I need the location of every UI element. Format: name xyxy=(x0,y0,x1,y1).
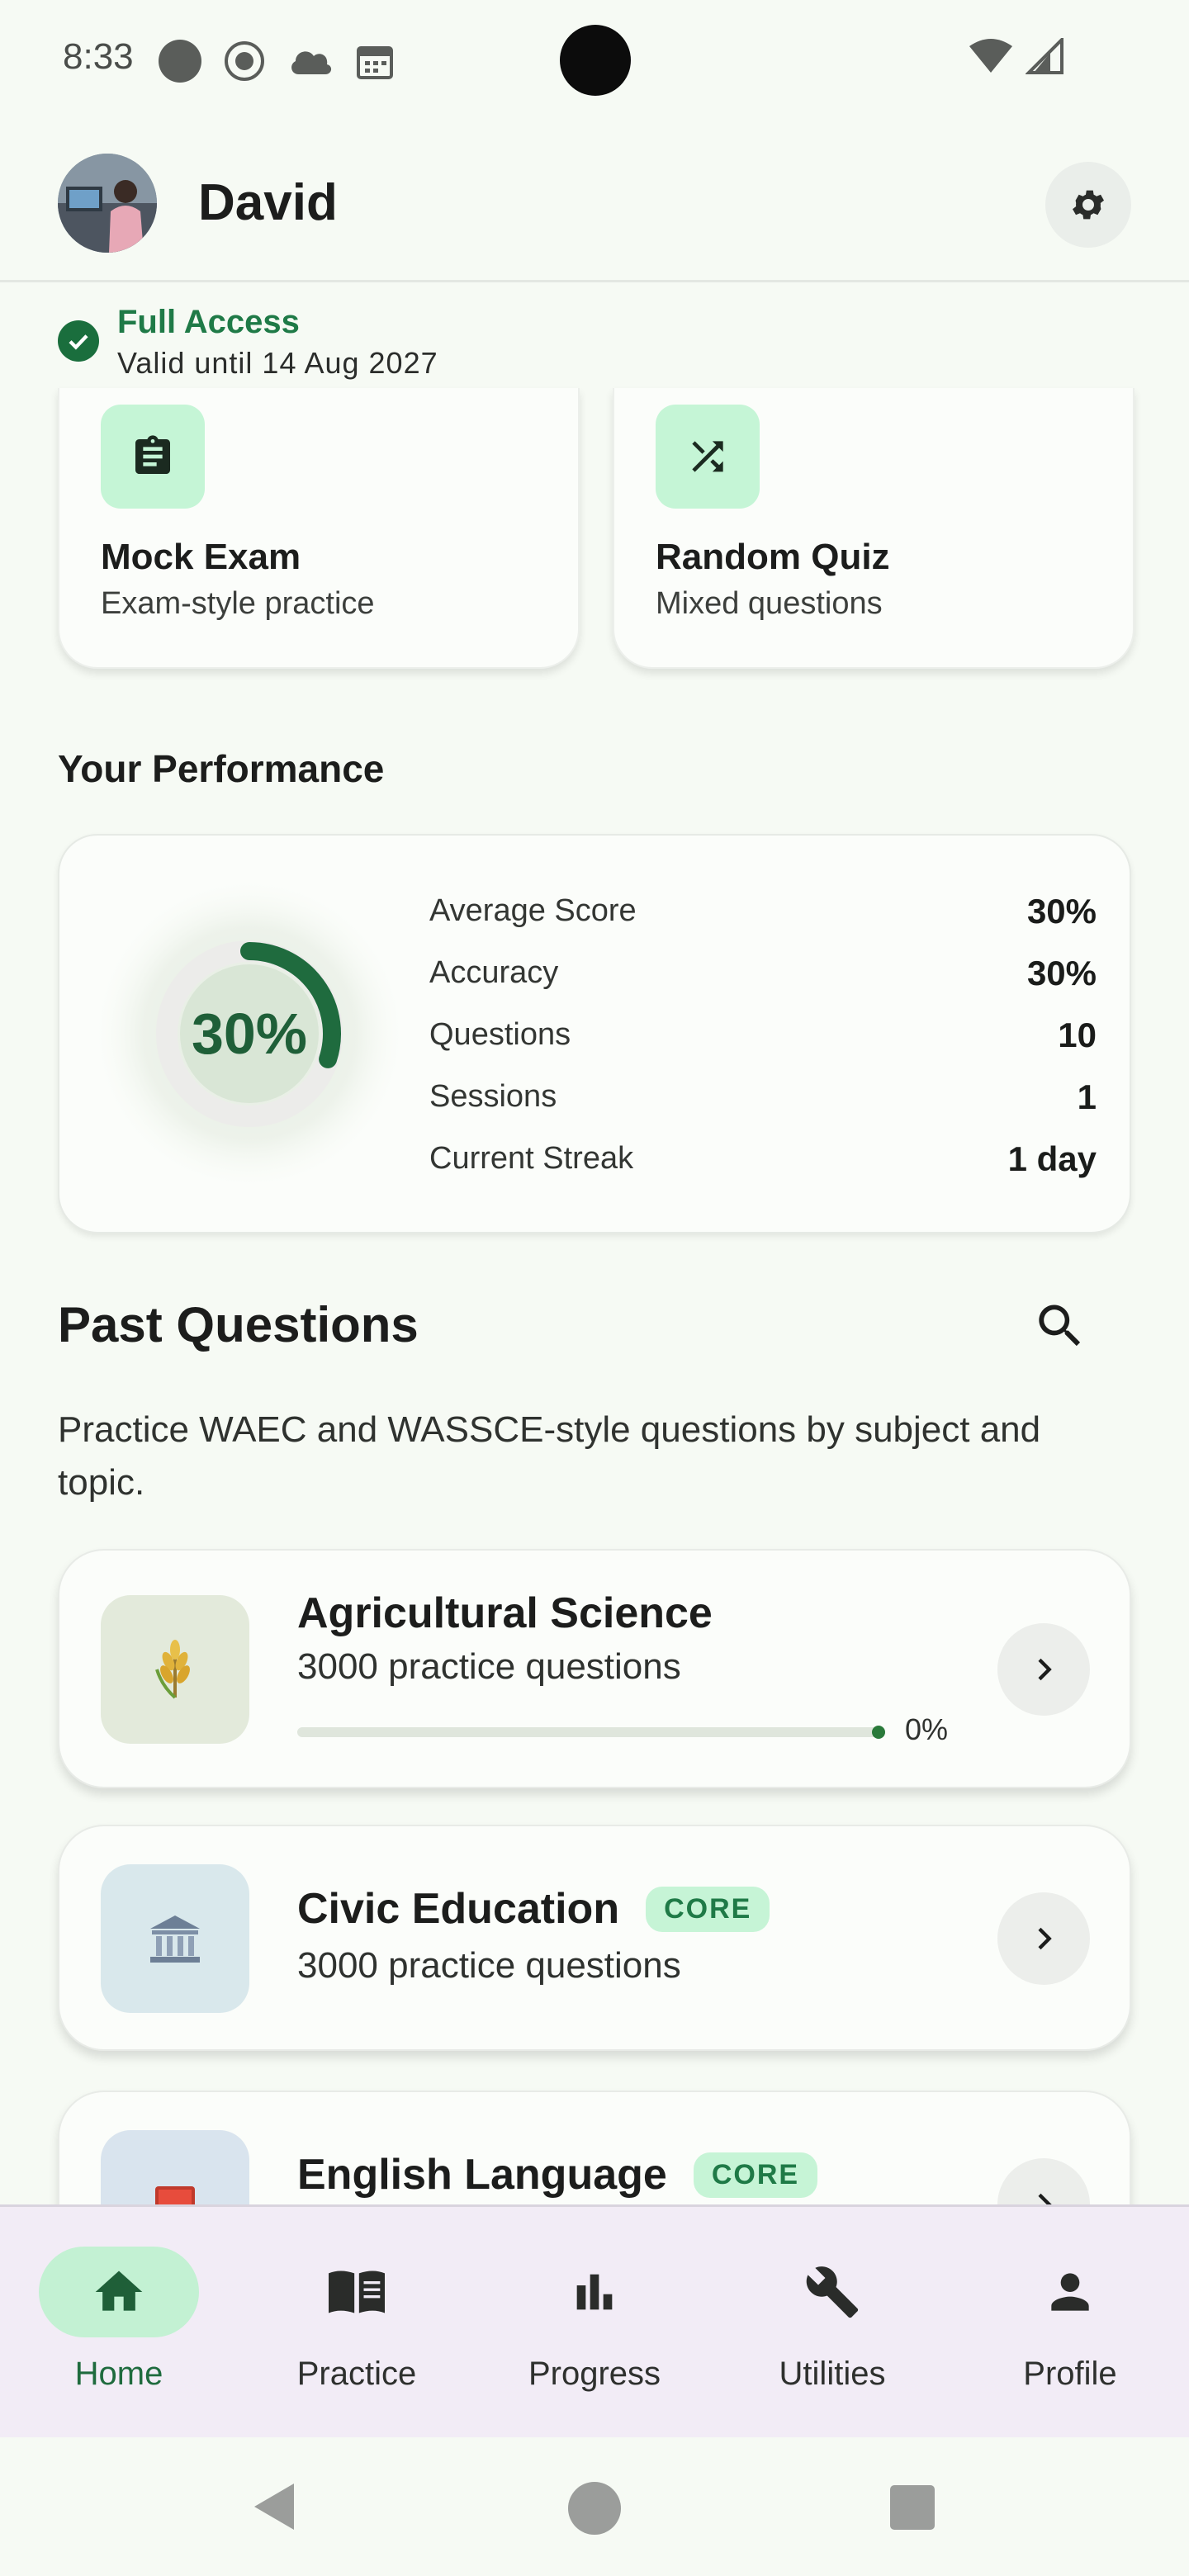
nav-item-progress[interactable]: Progress xyxy=(476,2207,713,2440)
stat-label: Current Streak xyxy=(429,1141,634,1176)
stat-value: 10 xyxy=(1058,1015,1097,1054)
chevron-right-icon xyxy=(1038,1927,1052,1950)
stat-value: 30% xyxy=(1026,953,1097,992)
stat-row-sessions: Sessions 1 xyxy=(429,1066,1097,1128)
calendar-icon xyxy=(357,46,393,79)
random-quiz-subtitle: Mixed questions xyxy=(656,586,883,621)
subject-name-text: English Language xyxy=(297,2151,667,2199)
search-icon xyxy=(1039,1305,1081,1347)
open-subject-button[interactable] xyxy=(997,1623,1090,1716)
bottom-navigation: Home Practice Progress Utilities Profile xyxy=(0,2204,1189,2437)
status-notification-icons xyxy=(159,40,395,83)
check-circle-icon xyxy=(58,320,99,362)
stat-row-accuracy: Accuracy 30% xyxy=(429,942,1097,1004)
stat-label: Questions xyxy=(429,1017,571,1052)
gear-icon xyxy=(1073,190,1104,220)
performance-card: 30% Average Score 30% Accuracy 30% Quest… xyxy=(58,834,1131,1234)
core-badge: CORE xyxy=(693,2152,818,2198)
random-quiz-title: Random Quiz xyxy=(656,537,890,577)
stat-label: Accuracy xyxy=(429,955,559,990)
status-time: 8:33 xyxy=(63,36,134,77)
status-bar: 8:33 xyxy=(0,0,1189,124)
subject-card-civic-education[interactable]: Civic Education CORE 3000 practice quest… xyxy=(58,1825,1131,2051)
nav-item-profile[interactable]: Profile xyxy=(951,2207,1189,2440)
nav-label: Home xyxy=(74,2356,163,2392)
settings-button[interactable] xyxy=(1045,162,1131,248)
nav-item-practice[interactable]: Practice xyxy=(238,2207,476,2440)
access-valid-until: Valid until 14 Aug 2027 xyxy=(117,346,438,380)
chevron-right-icon xyxy=(1038,1658,1052,1681)
access-title: Full Access xyxy=(117,304,300,340)
stat-row-current-streak: Current Streak 1 day xyxy=(429,1128,1097,1190)
bar-chart-icon xyxy=(576,2274,613,2310)
nav-indicator xyxy=(277,2247,437,2337)
wifi-icon xyxy=(969,39,1012,73)
shuffle-icon xyxy=(656,405,760,509)
access-status: Full Access Valid until 14 Aug 2027 xyxy=(58,304,438,381)
nav-indicator xyxy=(752,2247,912,2337)
mock-exam-subtitle: Exam-style practice xyxy=(101,586,375,621)
home-circle-icon[interactable] xyxy=(566,2480,623,2536)
subject-card-agricultural-science[interactable]: Agricultural Science 3000 practice quest… xyxy=(58,1549,1131,1788)
nav-label: Utilities xyxy=(779,2356,886,2392)
past-questions-title: Past Questions xyxy=(58,1297,419,1352)
progress-dot xyxy=(872,1726,885,1739)
subject-name: English Language CORE xyxy=(297,2150,818,2200)
subject-name-text: Agricultural Science xyxy=(297,1589,713,1637)
subject-progress-label: 0% xyxy=(905,1712,949,1746)
subject-name: Agricultural Science xyxy=(297,1589,713,1638)
stat-label: Sessions xyxy=(429,1079,557,1114)
subject-progress-bar xyxy=(297,1726,885,1739)
wrench-icon xyxy=(806,2266,859,2318)
avatar[interactable] xyxy=(58,154,157,253)
home-icon xyxy=(95,2271,143,2311)
open-book-icon xyxy=(329,2271,385,2313)
nav-label: Profile xyxy=(1023,2356,1117,2392)
system-navigation-bar xyxy=(0,2437,1189,2576)
status-system-icons xyxy=(968,38,1065,74)
subject-question-count: 3000 practice questions xyxy=(297,1646,681,1687)
performance-section-title: Your Performance xyxy=(58,747,385,790)
record-icon xyxy=(225,41,264,81)
cloud-icon xyxy=(291,51,332,74)
stat-row-average-score: Average Score 30% xyxy=(429,880,1097,942)
core-badge: CORE xyxy=(646,1886,770,1932)
user-name: David xyxy=(198,174,338,231)
random-quiz-card[interactable]: Random Quiz Mixed questions xyxy=(613,388,1135,669)
mock-exam-title: Mock Exam xyxy=(101,537,301,577)
nav-indicator xyxy=(990,2247,1150,2337)
user-photo-icon xyxy=(58,154,157,253)
person-icon xyxy=(1051,2273,1089,2311)
camera-cutout xyxy=(560,25,631,96)
mock-exam-card[interactable]: Mock Exam Exam-style practice xyxy=(58,388,580,669)
government-building-icon xyxy=(101,1864,249,2013)
stat-label: Average Score xyxy=(429,893,637,928)
subject-question-count: 3000 practice questions xyxy=(297,1945,681,1986)
stat-value: 1 day xyxy=(1007,1139,1097,1178)
past-questions-description: Practice WAEC and WASSCE-style questions… xyxy=(58,1409,1041,1503)
notification-dot-icon xyxy=(159,40,201,83)
cellular-signal-icon xyxy=(1026,38,1063,74)
app-header: David xyxy=(0,124,1189,282)
nav-item-utilities[interactable]: Utilities xyxy=(713,2207,951,2440)
search-button[interactable] xyxy=(1029,1295,1092,1357)
score-ring: 30% xyxy=(92,877,406,1191)
nav-indicator xyxy=(514,2247,675,2337)
back-icon[interactable] xyxy=(249,2480,299,2533)
recents-square-icon[interactable] xyxy=(888,2484,936,2531)
nav-label: Practice xyxy=(296,2356,417,2392)
subject-name-text: Civic Education xyxy=(297,1885,620,1933)
nav-item-home[interactable]: Home xyxy=(0,2207,238,2440)
subject-name: Civic Education CORE xyxy=(297,1884,770,1934)
stat-row-questions: Questions 10 xyxy=(429,1004,1097,1066)
wheat-icon xyxy=(101,1595,249,1744)
stat-value: 1 xyxy=(1077,1077,1097,1116)
nav-label: Progress xyxy=(528,2356,661,2392)
stat-value: 30% xyxy=(1026,891,1097,930)
nav-indicator xyxy=(39,2247,199,2337)
clipboard-icon xyxy=(101,405,205,509)
score-ring-percent: 30% xyxy=(191,1002,308,1066)
performance-stats: Average Score 30% Accuracy 30% Questions… xyxy=(429,880,1097,1190)
open-subject-button[interactable] xyxy=(997,1892,1090,1985)
